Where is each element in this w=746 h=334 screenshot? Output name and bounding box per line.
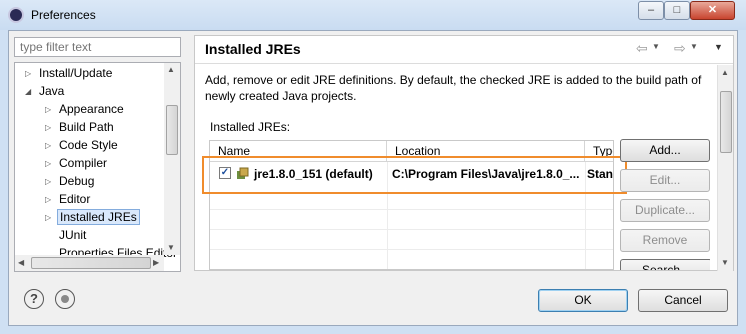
row-separator [210, 209, 613, 210]
expand-twisty-icon[interactable]: ▷ [45, 101, 51, 119]
duplicate-jre-button[interactable]: Duplicate... [620, 199, 710, 222]
help-icon[interactable]: ? [24, 289, 44, 309]
tree-item-debug[interactable]: ▷ Debug [45, 172, 94, 190]
tree-horizontal-scrollbar[interactable]: ◀ ▶ [15, 255, 164, 271]
page-title: Installed JREs [205, 41, 301, 57]
record-icon[interactable] [55, 289, 75, 309]
close-button[interactable]: ✕ [690, 1, 735, 20]
title-bar [0, 0, 746, 30]
page-description: Add, remove or edit JRE definitions. By … [205, 73, 702, 103]
ok-button[interactable]: OK [538, 289, 628, 312]
forward-dropdown-icon[interactable]: ▼ [690, 42, 698, 51]
tree-item-label: Editor [59, 192, 91, 206]
scroll-right-arrow-icon[interactable]: ▶ [153, 258, 159, 267]
row-separator [210, 249, 613, 250]
tree-item-label: Compiler [59, 156, 108, 170]
scroll-left-arrow-icon[interactable]: ◀ [18, 258, 24, 267]
tree-item-compiler[interactable]: ▷ Compiler [45, 154, 107, 172]
scrollbar-thumb[interactable] [720, 91, 732, 153]
scroll-down-arrow-icon[interactable]: ▼ [167, 243, 175, 252]
expand-twisty-icon[interactable]: ▷ [45, 119, 51, 137]
add-jre-button[interactable]: Add... [620, 139, 710, 162]
orange-highlight-box [202, 156, 627, 194]
tree-item-label: JUnit [59, 228, 87, 242]
tree-item-installed-jres[interactable]: ▷ Installed JREs [45, 208, 140, 226]
search-jre-button-clip: Search... [620, 259, 710, 270]
tree-item-appearance[interactable]: ▷ Appearance [45, 100, 124, 118]
forward-arrow-icon[interactable]: ⇨ [674, 40, 686, 57]
tree-item-label: Appearance [59, 102, 124, 116]
tree-item-label: Debug [59, 174, 95, 188]
tree-item-label: Build Path [59, 120, 114, 134]
tree-item-java[interactable]: ◢ Java [25, 82, 64, 100]
scroll-up-arrow-icon[interactable]: ▲ [721, 68, 729, 77]
tree-item-label: Code Style [59, 138, 118, 152]
cancel-button[interactable]: Cancel [638, 289, 728, 312]
window-title: Preferences [31, 8, 96, 22]
edit-jre-button[interactable]: Edit... [620, 169, 710, 192]
filter-input[interactable] [14, 37, 181, 57]
tree-item-install-update[interactable]: ▷ Install/Update [25, 64, 112, 82]
scrollbar-thumb[interactable] [166, 105, 178, 155]
tree-vertical-scrollbar[interactable]: ▲ ▼ [164, 63, 180, 255]
expand-twisty-icon[interactable]: ▷ [45, 173, 51, 191]
scroll-down-arrow-icon[interactable]: ▼ [721, 258, 729, 267]
back-arrow-icon[interactable]: ⇦ [636, 40, 648, 57]
tree-item-label: Installed JREs [57, 209, 140, 225]
tree-item-label: Java [39, 84, 65, 98]
collapse-twisty-icon[interactable]: ◢ [25, 83, 31, 101]
installed-jres-label: Installed JREs: [210, 120, 291, 134]
scroll-up-arrow-icon[interactable]: ▲ [167, 65, 175, 74]
maximize-button[interactable]: □ [664, 1, 690, 20]
page-vertical-scrollbar[interactable]: ▲ ▼ [717, 65, 733, 271]
tree-item-label: Install/Update [39, 66, 113, 80]
back-dropdown-icon[interactable]: ▼ [652, 42, 660, 51]
view-menu-icon[interactable]: ▼ [714, 42, 723, 52]
remove-jre-button[interactable]: Remove [620, 229, 710, 252]
expand-twisty-icon[interactable]: ▷ [45, 137, 51, 155]
expand-twisty-icon[interactable]: ▷ [45, 191, 51, 209]
search-jre-button[interactable]: Search... [620, 259, 710, 270]
preferences-tree: ▷ Install/Update ◢ Java ▷ Appearance ▷ B… [14, 62, 181, 272]
tree-item-junit[interactable]: JUnit [59, 226, 86, 244]
eclipse-app-icon [8, 7, 24, 23]
tree-item-code-style[interactable]: ▷ Code Style [45, 136, 118, 154]
expand-twisty-icon[interactable]: ▷ [25, 65, 31, 83]
tree-item-editor[interactable]: ▷ Editor [45, 190, 90, 208]
minimize-button[interactable]: – [638, 1, 664, 20]
expand-twisty-icon[interactable]: ▷ [45, 209, 51, 227]
expand-twisty-icon[interactable]: ▷ [45, 155, 51, 173]
tree-item-build-path[interactable]: ▷ Build Path [45, 118, 114, 136]
row-separator [210, 229, 613, 230]
scrollbar-thumb[interactable] [31, 257, 151, 269]
